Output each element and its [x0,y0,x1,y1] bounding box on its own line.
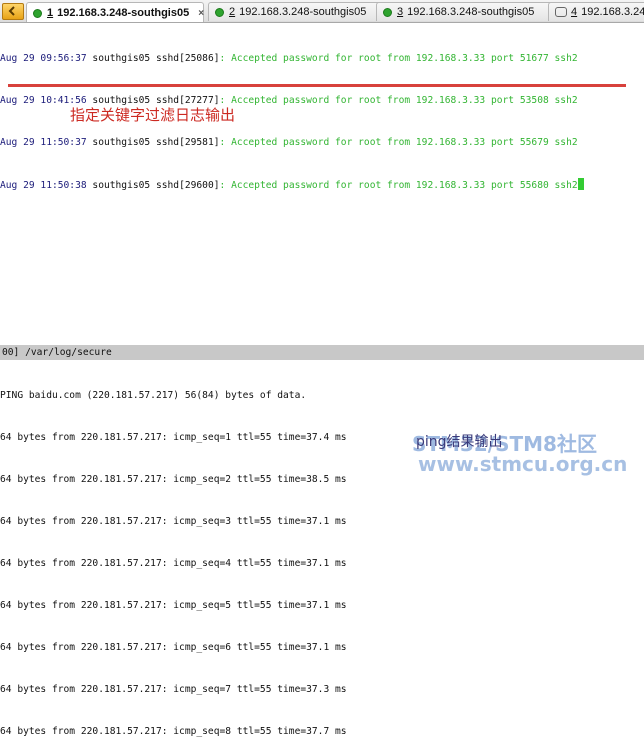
annotation-underline [8,84,626,87]
log-message: : Accepted password for root from 192.16… [219,95,578,106]
log-timestamp: Aug 29 11:50:38 [0,180,87,191]
tab-3[interactable]: 3 192.168.3.248-southgis05 [376,2,554,21]
ping-line: 64 bytes from 220.181.57.217: icmp_seq=8… [0,726,347,737]
log-timestamp: Aug 29 11:50:37 [0,137,87,148]
log-message: : Accepted password for root from 192.16… [219,180,578,191]
connected-icon [33,8,42,18]
tab-index: 4 [571,6,578,18]
tab-2[interactable]: 2 192.168.3.248-southgis05 [208,2,386,21]
ping-line: 64 bytes from 220.181.57.217: icmp_seq=3… [0,516,347,527]
log-line: Aug 29 09:56:37 southgis05 sshd[25086]: … [0,52,644,66]
pane-header: 00] /var/log/secure [0,345,644,360]
tab-bar: 1 192.168.3.248-southgis05 × 2 192.168.3… [0,0,644,23]
tab-title: 192.168.3.248-southgis05 [239,6,367,18]
annotation-ping-label: ping结果输出 [416,434,503,450]
terminal-cursor [577,178,584,190]
close-icon[interactable]: × [198,8,204,19]
ping-header: PING baidu.com (220.181.57.217) 56(84) b… [0,390,307,401]
chevron-left-icon [8,6,15,16]
tab-index: 2 [229,6,236,18]
log-host: southgis05 [92,180,151,191]
tab-title: 192.168.3.248-southgis05 [407,6,535,18]
ping-line: 64 bytes from 220.181.57.217: icmp_seq=5… [0,600,347,611]
tab-nav-button[interactable] [2,3,24,20]
tab-title: 192.168.3.248-southgis05 [57,7,190,19]
ping-line: 64 bytes from 220.181.57.217: icmp_seq=7… [0,684,347,695]
annotation-filter-label: 指定关键字过滤日志输出 [70,106,236,124]
tab-title: 192.168.3.248-southgis05 [581,6,644,18]
chat-icon [555,7,567,17]
log-pid: [29581] [179,137,220,148]
log-process: sshd [155,137,180,148]
log-timestamp: Aug 29 09:56:37 [0,53,87,64]
connected-icon [383,7,392,17]
ping-line: 64 bytes from 220.181.57.217: icmp_seq=6… [0,642,347,653]
tab-index: 1 [47,7,54,19]
log-process: sshd [155,53,180,64]
ping-line: 64 bytes from 220.181.57.217: icmp_seq=4… [0,558,347,569]
tab-1[interactable]: 1 192.168.3.248-southgis05 × [26,2,204,22]
watermark-url: www.stmcu.org.cn [418,452,628,476]
log-host: southgis05 [92,137,151,148]
log-line: Aug 29 11:50:37 southgis05 sshd[29581]: … [0,136,644,150]
log-pid: [29600] [179,180,220,191]
log-host: southgis05 [92,53,151,64]
ping-output[interactable]: PING baidu.com (220.181.57.217) 56(84) b… [0,361,644,753]
log-process: sshd [155,180,180,191]
tab-index: 3 [397,6,404,18]
log-message: : Accepted password for root from 192.16… [219,137,578,148]
log-line: Aug 29 11:50:38 southgis05 sshd[29600]: … [0,178,644,192]
log-pid: [25086] [179,53,220,64]
log-message: : Accepted password for root from 192.16… [219,53,578,64]
tab-4[interactable]: 4 192.168.3.248-southgis05 [548,2,644,21]
connected-icon [215,7,224,17]
